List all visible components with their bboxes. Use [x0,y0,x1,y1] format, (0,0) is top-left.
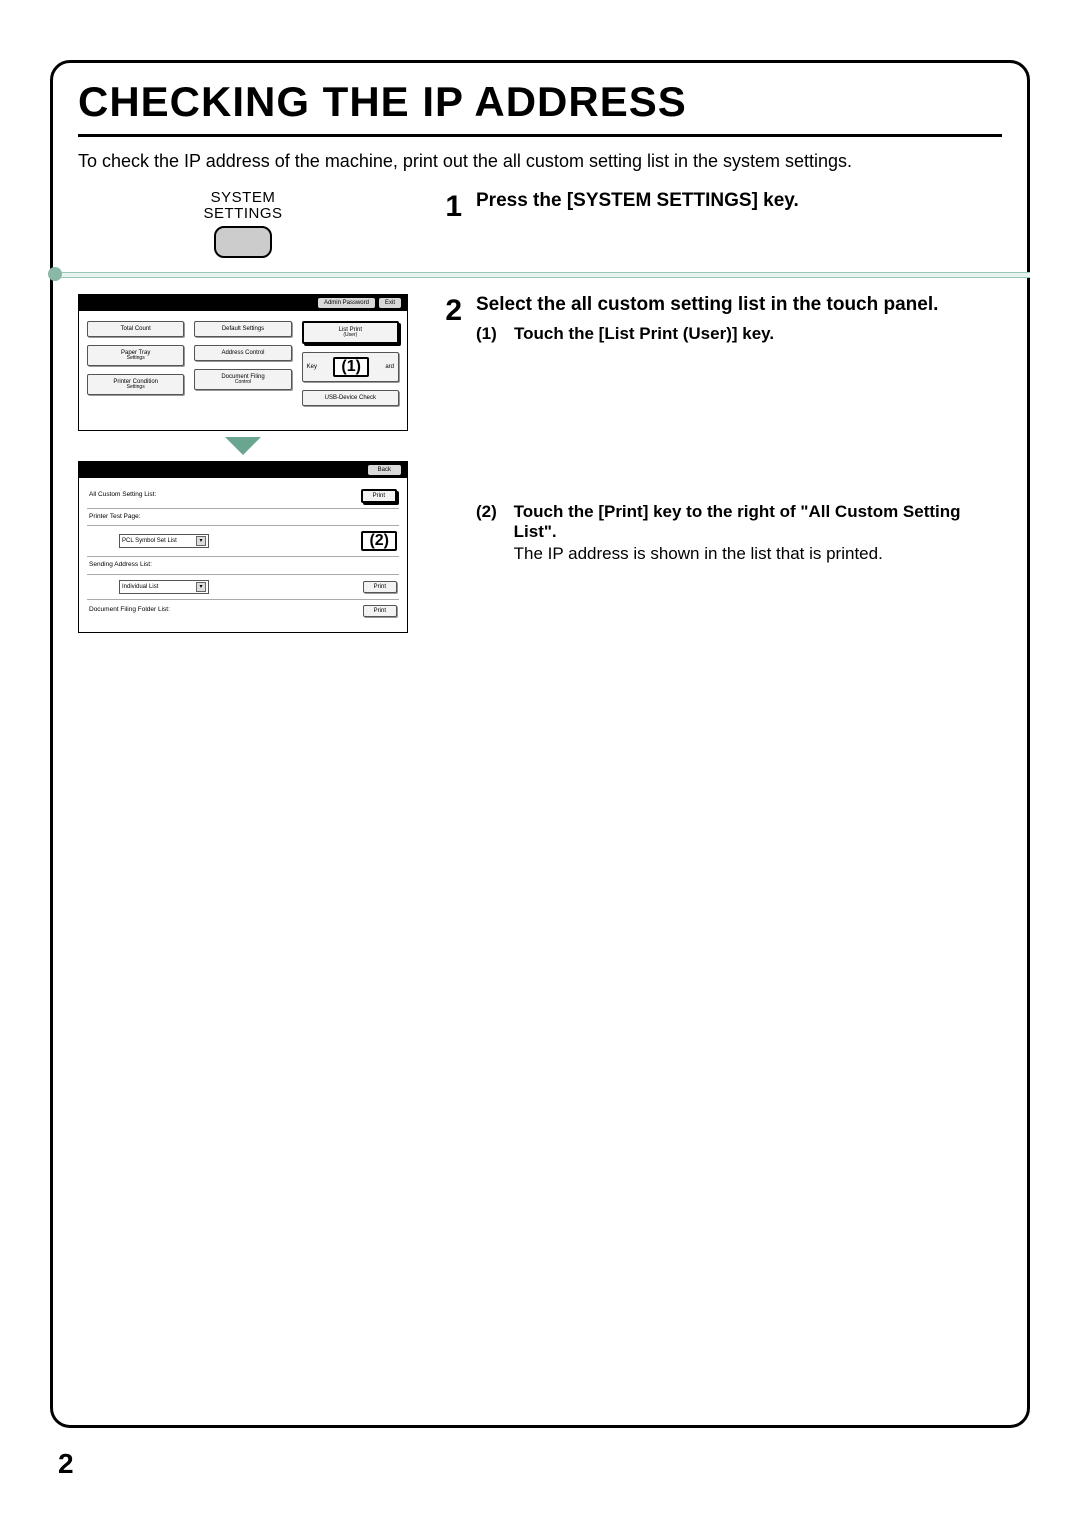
all-custom-setting-list-label: All Custom Setting List: [89,492,355,499]
system-settings-key-illustration: SYSTEMSETTINGS [183,190,303,258]
total-count-button: Total Count [87,321,184,337]
exit-button: Exit [379,298,401,308]
substep-2-note: The IP address is shown in the list that… [514,544,1002,564]
document-filing-folder-list-label: Document Filing Folder List: [89,607,357,614]
printer-test-page-select: PCL Symbol Set List▾ [119,534,209,548]
touch-panel-system-settings: Admin Password Exit Total Count Paper Tr… [78,294,408,431]
printer-test-page-label: Printer Test Page: [89,514,397,521]
step2-heading: Select the all custom setting list in th… [476,294,1002,316]
print-button-document-filing: Print [363,605,397,617]
system-settings-hard-button [214,226,272,258]
step-number-2: 2 [438,294,462,570]
substep-1-number: (1) [476,324,504,344]
document-filing-control-button: Document FilingControl [194,369,291,390]
page-title: CHECKING THE IP ADDRESS [78,78,1002,126]
chevron-down-icon: ▾ [196,582,206,592]
callout-2: (2) [361,531,397,551]
printer-condition-button: Printer ConditionSettings [87,374,184,395]
paper-tray-settings-button: Paper TraySettings [87,345,184,366]
address-control-button: Address Control [194,345,291,361]
print-button-all-custom: Print [361,489,397,503]
substep-1-text: Touch the [List Print (User)] key. [514,324,774,344]
arrow-down-icon [225,437,261,455]
page-number: 2 [58,1448,74,1480]
touch-panel-list-print: Back All Custom Setting List: Print Prin… [78,461,408,633]
print-button-sending-address: Print [363,581,397,593]
intro-text: To check the IP address of the machine, … [78,151,1002,172]
section-divider [50,272,1030,278]
keyboard-select-button: Key (1) ard [302,352,399,382]
default-settings-button: Default Settings [194,321,291,337]
chevron-down-icon: ▾ [196,536,206,546]
list-print-user-button: List Print(User) [302,321,399,344]
usb-device-check-button: USB-Device Check [302,390,399,406]
substep-2-text: Touch the [Print] key to the right of "A… [514,502,1002,542]
step-number-1: 1 [438,190,462,224]
callout-1: (1) [333,357,369,377]
back-button: Back [368,465,401,475]
admin-password-button: Admin Password [318,298,375,308]
substep-2-number: (2) [476,502,504,564]
step1-heading: Press the [SYSTEM SETTINGS] key. [476,190,1002,212]
sending-address-list-label: Sending Address List: [89,562,397,569]
sending-address-list-select: Individual List▾ [119,580,209,594]
